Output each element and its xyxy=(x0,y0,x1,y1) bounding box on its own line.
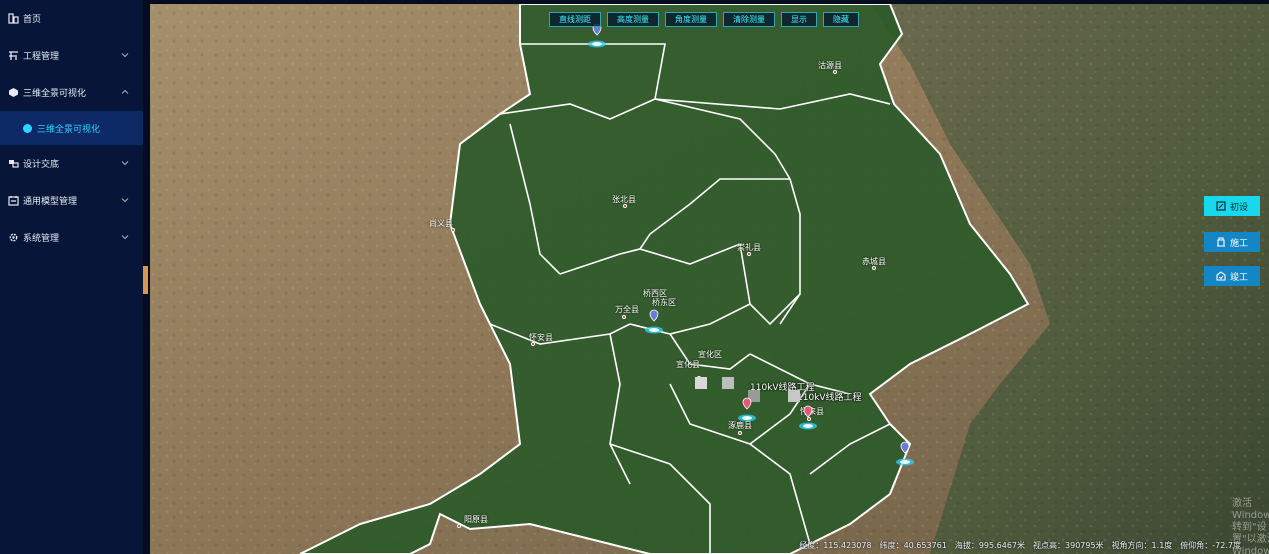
city-marker xyxy=(747,252,751,256)
sidebar-collapse-handle[interactable] xyxy=(143,266,148,294)
cube-icon xyxy=(8,87,19,98)
location-pin-icon[interactable] xyxy=(895,440,915,466)
completion-icon xyxy=(1216,271,1226,281)
construction-icon xyxy=(1216,237,1225,247)
chevron-down-icon xyxy=(121,161,129,166)
sidebar-item-3d-visualization[interactable]: 三维全景可视化 xyxy=(0,74,143,111)
sidebar-item-design-briefing[interactable]: 设计交底 xyxy=(0,145,143,182)
pitch-readout: 俯仰角：-72.7度 xyxy=(1180,541,1241,550)
app-root: 首页 工程管理 三维全景可视化 三维全景可视化 设计交底 通用模型管理 系统管理… xyxy=(0,0,1269,554)
city-label-qiaodong: 桥东区 xyxy=(652,298,676,307)
clear-measure-button[interactable]: 清除测量 xyxy=(723,12,775,27)
sidebar-subitem-3d-visualization[interactable]: 三维全景可视化 xyxy=(0,111,143,145)
sidebar-item-label: 通用模型管理 xyxy=(23,197,78,207)
sidebar-item-label: 三维全景可视化 xyxy=(23,89,87,99)
measure-toolbar: 直线测距 高度测量 角度测量 清除测量 显示 隐藏 xyxy=(549,12,859,27)
city-label-guyuan: 沽源县 xyxy=(818,61,842,70)
city-marker xyxy=(451,228,455,232)
location-pin-icon[interactable] xyxy=(644,308,664,334)
design-icon xyxy=(8,158,19,169)
longitude-readout: 经度：115.423078 xyxy=(799,541,872,550)
location-pin-icon[interactable] xyxy=(798,404,818,430)
city-label-xuanhua-xian: 宣化县 xyxy=(676,360,700,369)
sidebar-subitem-label: 三维全景可视化 xyxy=(37,124,101,135)
satellite-terrain xyxy=(150,4,1269,554)
active-dot-icon xyxy=(23,123,32,133)
redacted-block xyxy=(788,390,800,402)
coordinate-status-bar: 经度：115.423078 纬度：40.653761 海拔：995.6467米 … xyxy=(799,540,1241,551)
city-marker xyxy=(833,70,837,74)
chevron-down-icon xyxy=(121,235,129,240)
sidebar-item-label: 设计交底 xyxy=(23,160,60,170)
project-icon xyxy=(8,50,19,61)
redacted-block xyxy=(722,377,734,389)
sidebar-item-model-management[interactable]: 通用模型管理 xyxy=(0,182,143,219)
phase-construction-button[interactable]: 施工 xyxy=(1204,232,1260,252)
phase-initial-button[interactable]: 初设 xyxy=(1204,196,1260,216)
chevron-down-icon xyxy=(121,198,129,203)
sidebar-item-label: 系统管理 xyxy=(23,234,60,244)
city-marker xyxy=(872,266,876,270)
city-marker xyxy=(457,524,461,528)
map-viewport[interactable]: 沽源县 张北县 尚义县 崇礼县 赤城县 桥西区 桥东区 万全县 怀安县 宣化区 … xyxy=(150,4,1269,554)
city-label-xuanhua-qu: 宣化区 xyxy=(698,350,722,359)
heading-readout: 视角方向：1.1度 xyxy=(1111,541,1173,550)
sidebar-item-project-management[interactable]: 工程管理 xyxy=(0,37,143,74)
altitude-readout: 海拔：995.6467米 xyxy=(954,541,1026,550)
city-marker xyxy=(622,315,626,319)
chevron-down-icon xyxy=(121,53,129,58)
show-button[interactable]: 显示 xyxy=(781,12,817,27)
chevron-up-icon xyxy=(121,89,129,94)
gear-icon xyxy=(8,232,19,243)
edit-icon xyxy=(1216,201,1226,211)
city-label-wanquan: 万全县 xyxy=(615,305,639,314)
project-label[interactable]: 110kV线路工程 xyxy=(797,390,862,403)
latitude-readout: 纬度：40.653761 xyxy=(879,541,947,550)
angle-measure-button[interactable]: 角度测量 xyxy=(665,12,717,27)
hide-button[interactable]: 隐藏 xyxy=(823,12,859,27)
phase-completion-button[interactable]: 竣工 xyxy=(1204,266,1260,286)
view-height-readout: 视点高：390795米 xyxy=(1033,541,1104,550)
sidebar-item-system-management[interactable]: 系统管理 xyxy=(0,219,143,256)
line-measure-button[interactable]: 直线测距 xyxy=(549,12,601,27)
height-measure-button[interactable]: 高度测量 xyxy=(607,12,659,27)
city-marker xyxy=(738,431,742,435)
sidebar: 首页 工程管理 三维全景可视化 三维全景可视化 设计交底 通用模型管理 系统管理 xyxy=(0,0,143,554)
location-pin-icon[interactable] xyxy=(737,396,757,422)
sidebar-item-label: 首页 xyxy=(23,15,42,25)
model-icon xyxy=(8,195,19,206)
city-marker xyxy=(623,204,627,208)
city-label-shangyi: 尚义县 xyxy=(429,219,453,228)
city-marker xyxy=(531,342,535,346)
sidebar-item-home[interactable]: 首页 xyxy=(0,0,143,37)
sidebar-item-label: 工程管理 xyxy=(23,52,60,62)
redacted-block xyxy=(695,377,707,389)
city-label-yangyuan: 阳原县 xyxy=(464,515,488,524)
home-icon xyxy=(8,13,19,24)
